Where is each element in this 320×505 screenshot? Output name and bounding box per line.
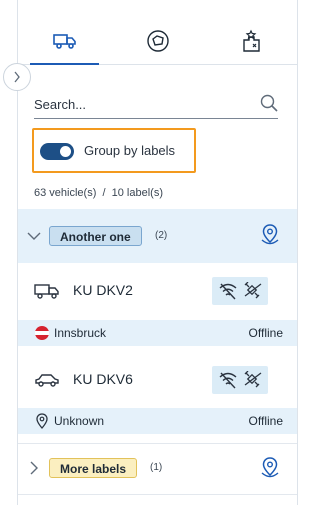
vehicle-status: Offline bbox=[248, 326, 283, 340]
vehicle-status: Offline bbox=[248, 414, 283, 428]
map-pin-icon[interactable] bbox=[259, 223, 281, 247]
search-input[interactable] bbox=[34, 94, 244, 114]
chevron-right-icon bbox=[14, 71, 20, 83]
tab-vehicles[interactable] bbox=[18, 18, 111, 65]
collapse-sidebar-button[interactable] bbox=[3, 63, 31, 91]
geofence-icon bbox=[146, 30, 169, 52]
vehicle-location-row: Innsbruck Offline bbox=[18, 320, 297, 346]
search-icon[interactable] bbox=[260, 94, 278, 112]
no-signal-icon bbox=[219, 372, 237, 389]
vehicle-location: Unknown bbox=[54, 414, 105, 428]
tasks-icon bbox=[242, 29, 260, 52]
chevron-down-icon[interactable] bbox=[27, 231, 41, 241]
austria-flag-icon bbox=[35, 326, 49, 340]
chevron-right-icon[interactable] bbox=[29, 461, 39, 475]
tab-tasks[interactable] bbox=[204, 18, 297, 64]
vehicle-sidebar: Group by labels 63 vehicle(s) / 10 label… bbox=[17, 0, 298, 505]
group-by-labels-label: Group by labels bbox=[84, 143, 176, 158]
location-pin-icon bbox=[36, 413, 48, 429]
tab-bar bbox=[18, 18, 297, 65]
group-header-more-labels[interactable]: More labels (1) bbox=[18, 443, 297, 495]
no-gps-satellite-icon bbox=[244, 282, 262, 299]
vehicle-row[interactable]: KU DKV6 bbox=[18, 352, 297, 406]
vehicle-name: KU DKV2 bbox=[73, 282, 133, 298]
vehicle-location-row: Unknown Offline bbox=[18, 408, 297, 434]
car-icon bbox=[35, 374, 59, 387]
group-by-labels-toggle[interactable] bbox=[40, 143, 74, 160]
no-gps-satellite-icon bbox=[244, 371, 262, 388]
no-signal-icon bbox=[219, 283, 237, 300]
connection-status bbox=[212, 366, 268, 394]
truck-icon bbox=[52, 34, 76, 49]
search-bar bbox=[34, 92, 278, 119]
group-label-badge: More labels bbox=[49, 458, 138, 478]
group-label-badge: Another one bbox=[49, 226, 142, 246]
tab-geofences[interactable] bbox=[111, 18, 204, 64]
group-count: (2) bbox=[155, 230, 168, 241]
vehicle-row[interactable]: KU DKV2 bbox=[18, 263, 297, 317]
vehicle-label-counts: 63 vehicle(s) / 10 label(s) bbox=[34, 187, 163, 199]
connection-status bbox=[212, 277, 268, 305]
group-header-another-one[interactable]: Another one (2) bbox=[18, 209, 297, 263]
map-pin-icon[interactable] bbox=[259, 456, 281, 480]
vehicle-name: KU DKV6 bbox=[73, 371, 133, 387]
group-by-labels-control: Group by labels bbox=[32, 128, 196, 173]
vehicle-location: Innsbruck bbox=[54, 326, 107, 340]
truck-icon bbox=[34, 284, 59, 299]
group-count: (1) bbox=[150, 462, 163, 473]
